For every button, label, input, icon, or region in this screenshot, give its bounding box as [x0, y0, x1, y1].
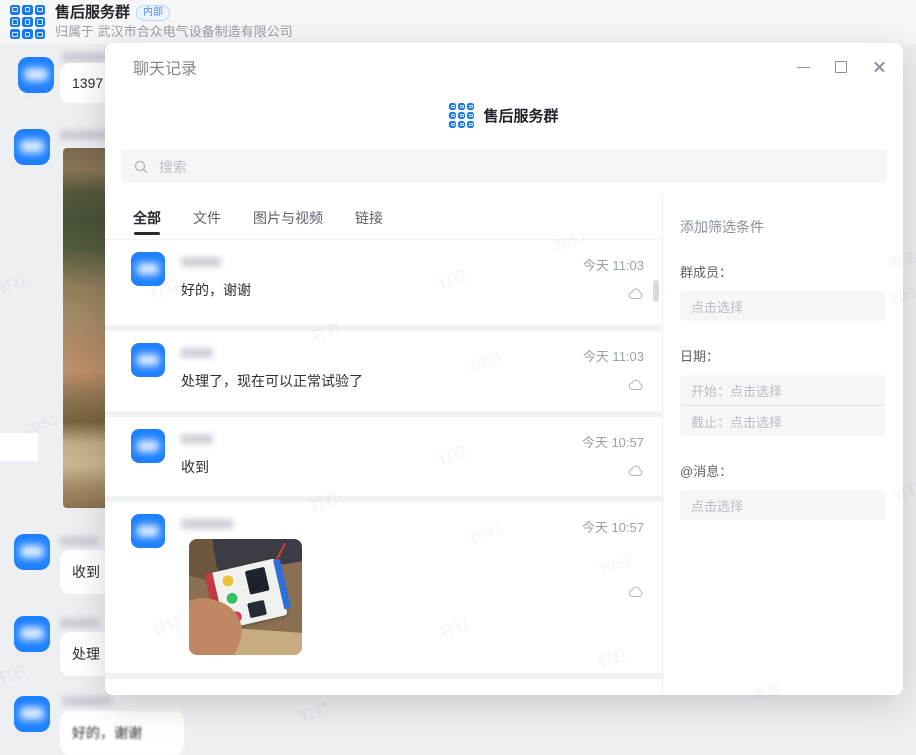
- cloud-icon[interactable]: [628, 287, 644, 305]
- group-name: 售后服务群: [483, 105, 558, 126]
- search-icon: [133, 159, 149, 175]
- tab-links[interactable]: 链接: [355, 197, 383, 239]
- sender-name-blurred: [60, 618, 98, 628]
- filter-title: 添加筛选条件: [680, 217, 885, 237]
- tab-all[interactable]: 全部: [133, 197, 161, 239]
- message-bubble[interactable]: 好的，谢谢: [60, 711, 184, 755]
- message-text: 收到: [181, 457, 548, 493]
- message-text: 好的，谢谢: [181, 280, 548, 316]
- message-time: 今天 10:57: [582, 517, 644, 536]
- avatar[interactable]: [14, 616, 50, 652]
- minimize-button[interactable]: [795, 59, 811, 75]
- filter-tabs: 全部 文件 图片与视频 链接: [105, 197, 662, 240]
- filter-sidebar: 添加筛选条件 群成员： 点击选择 日期： 开始：点击选择 截止：点击选择 @消息…: [662, 193, 903, 695]
- member-filter-select[interactable]: 点击选择: [680, 291, 885, 321]
- image-attachment[interactable]: [189, 539, 302, 655]
- group-avatar-grid-icon: [10, 5, 45, 40]
- cloud-icon[interactable]: [628, 585, 644, 603]
- message-row[interactable]: 好的，谢谢 今天 11:03: [105, 240, 662, 325]
- avatar[interactable]: [14, 696, 50, 732]
- sender-name-blurred: [181, 519, 233, 529]
- close-icon: [873, 61, 886, 74]
- sender-name-blurred: [60, 130, 110, 140]
- app-header: 售后服务群 内部 归属于 武汉市合众电气设备制造有限公司: [0, 0, 916, 44]
- group-title: 售后服务群: [55, 4, 130, 23]
- message-time: 今天 11:03: [583, 255, 644, 274]
- maximize-icon: [835, 61, 847, 73]
- date-filter-label: 日期：: [680, 346, 885, 365]
- avatar[interactable]: [14, 534, 50, 570]
- date-start-select[interactable]: 开始：点击选择: [680, 375, 885, 405]
- at-message-filter-label: @消息：: [680, 461, 885, 480]
- avatar[interactable]: [14, 129, 50, 165]
- cloud-icon[interactable]: [628, 464, 644, 482]
- date-end-select[interactable]: 截止：点击选择: [680, 406, 885, 436]
- at-message-filter-select[interactable]: 点击选择: [680, 490, 885, 520]
- message-time: 今天 10:57: [582, 432, 644, 451]
- scrollbar-thumb[interactable]: [653, 280, 659, 302]
- maximize-button[interactable]: [833, 59, 849, 75]
- date-filter-box: 开始：点击选择 截止：点击选择: [680, 375, 885, 436]
- tab-files[interactable]: 文件: [193, 197, 221, 239]
- search-input[interactable]: [157, 158, 875, 176]
- avatar[interactable]: [18, 57, 54, 93]
- avatar[interactable]: [131, 343, 165, 377]
- message-row-image[interactable]: 今天 10:57: [105, 502, 662, 673]
- avatar[interactable]: [131, 514, 165, 548]
- search-bar[interactable]: [121, 150, 887, 183]
- message-time: 今天 11:03: [583, 346, 644, 365]
- chat-history-dialog: 聊天记录 售后服务群 全部 文件 图片与视频 链接 好的，谢谢: [105, 43, 903, 695]
- avatar[interactable]: [131, 252, 165, 286]
- tab-media[interactable]: 图片与视频: [253, 197, 323, 239]
- message-text: 处理了，现在可以正常试验了: [181, 371, 548, 407]
- close-button[interactable]: [871, 59, 887, 75]
- message-list: 好的，谢谢 今天 11:03 处理了，现在可以正常试验了 今天 11:03: [105, 240, 662, 695]
- sender-name-blurred: [62, 696, 112, 706]
- group-avatar-grid-icon: [449, 103, 474, 128]
- member-filter-label: 群成员：: [680, 262, 885, 281]
- sender-name-blurred: [181, 348, 213, 358]
- message-row-partial: [105, 679, 662, 695]
- dialog-title: 聊天记录: [133, 55, 197, 79]
- cloud-icon[interactable]: [628, 378, 644, 396]
- internal-badge: 内部: [136, 5, 170, 21]
- sender-name-blurred: [181, 434, 213, 444]
- white-panel-fragment: [0, 433, 38, 461]
- message-row[interactable]: 收到 今天 10:57: [105, 417, 662, 496]
- group-owner-subtitle: 归属于 武汉市合众电气设备制造有限公司: [55, 24, 293, 40]
- sender-name-blurred: [60, 536, 98, 546]
- avatar[interactable]: [131, 429, 165, 463]
- minimize-icon: [797, 67, 810, 68]
- sender-name-blurred: [181, 257, 221, 267]
- message-row[interactable]: 处理了，现在可以正常试验了 今天 11:03: [105, 331, 662, 411]
